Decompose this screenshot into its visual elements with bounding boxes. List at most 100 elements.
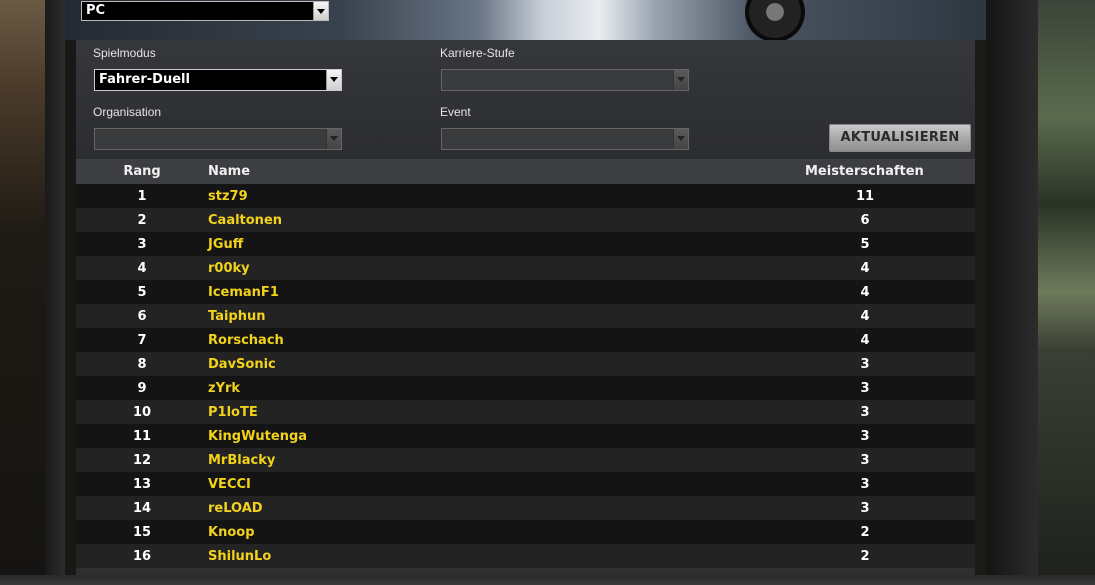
championships-cell: 4 [608,304,975,328]
championships-cell: 4 [608,328,975,352]
rank-cell: 16 [76,544,208,568]
rank-cell: 15 [76,520,208,544]
player-name-link[interactable]: zYrk [208,376,608,400]
organisation-dropdown[interactable] [94,128,342,150]
championships-cell: 5 [608,232,975,256]
table-row: 1 stz79 11 [76,184,975,208]
player-name-link[interactable]: VECCI [208,472,608,496]
bottom-bar [0,575,1095,585]
chevron-down-icon[interactable] [326,129,341,149]
table-row: 2 Caaltonen 6 [76,208,975,232]
player-name-link[interactable]: stz79 [208,184,608,208]
table-row: 8 DavSonic 3 [76,352,975,376]
filter-section: Spielmodus Fahrer-Duell Karriere-Stufe O… [76,40,975,159]
rank-cell: 9 [76,376,208,400]
championships-cell: 3 [608,496,975,520]
spielmodus-dropdown-value: Fahrer-Duell [99,72,190,87]
championships-value: 3 [860,428,870,444]
championships-cell: 3 [608,376,975,400]
championships-cell: 11 [608,184,975,208]
background-right [1038,0,1095,585]
championships-value: 6 [860,212,870,228]
table-row: 12 MrBlacky 3 [76,448,975,472]
refresh-button[interactable]: AKTUALISIEREN [829,124,971,152]
chevron-down-icon[interactable] [313,2,328,20]
player-name-link[interactable]: Taiphun [208,304,608,328]
championships-value: 11 [855,188,875,204]
player-name-link[interactable]: ShilunLo [208,544,608,568]
column-header-rank[interactable]: Rang [76,159,208,184]
rank-cell: 6 [76,304,208,328]
platform-dropdown[interactable]: PC [81,1,329,21]
table-row: 15 Knoop 2 [76,520,975,544]
player-name-link[interactable]: MrBlacky [208,448,608,472]
event-dropdown[interactable] [441,128,689,150]
championships-value: 5 [860,236,870,252]
column-header-championships[interactable]: Meisterschaften [608,159,975,184]
championships-value: 4 [860,308,870,324]
player-name-link[interactable]: Caaltonen [208,208,608,232]
player-name-link[interactable]: Rorschach [208,328,608,352]
background-right-frame [986,0,1038,585]
championships-cell: 3 [608,400,975,424]
championships-cell: 4 [608,280,975,304]
organisation-label: Organisation [93,105,162,119]
player-name-link[interactable]: DavSonic [208,352,608,376]
championships-cell: 3 [608,472,975,496]
table-row: 4 r00ky 4 [76,256,975,280]
spielmodus-label: Spielmodus [93,46,156,60]
table-row: 3 JGuff 5 [76,232,975,256]
table-row: 10 P1loTE 3 [76,400,975,424]
championships-cell: 2 [608,544,975,568]
championships-value: 3 [860,380,870,396]
event-label: Event [440,105,471,119]
rank-cell: 14 [76,496,208,520]
player-name-link[interactable]: JGuff [208,232,608,256]
rank-cell: 5 [76,280,208,304]
background-left-frame [45,0,65,585]
rank-cell: 2 [76,208,208,232]
karriere-stufe-label: Karriere-Stufe [440,46,515,60]
rank-cell: 4 [76,256,208,280]
championships-value: 3 [860,500,870,516]
platform-dropdown-value: PC [86,3,106,18]
championships-value: 2 [860,548,870,564]
championships-value: 3 [860,356,870,372]
player-name-link[interactable]: reLOAD [208,496,608,520]
championships-value: 4 [860,332,870,348]
player-name-link[interactable]: IcemanF1 [208,280,608,304]
leaderboard-table: Rang Name Meisterschaften 1 stz79 11 2 Caalt… [76,159,975,568]
player-name-link[interactable]: Knoop [208,520,608,544]
championships-value: 3 [860,404,870,420]
table-row: 11 KingWutenga 3 [76,424,975,448]
table-header-row: Rang Name Meisterschaften [76,159,975,184]
rank-cell: 1 [76,184,208,208]
rank-cell: 11 [76,424,208,448]
table-row: 16 ShilunLo 2 [76,544,975,568]
table-row: 14 reLOAD 3 [76,496,975,520]
car-wheel-graphic [745,0,805,42]
championships-value: 4 [860,260,870,276]
championships-value: 4 [860,284,870,300]
championships-cell: 4 [608,256,975,280]
background-left [0,0,45,585]
column-header-name[interactable]: Name [208,159,608,184]
chevron-down-icon[interactable] [673,129,688,149]
table-row: 13 VECCI 3 [76,472,975,496]
rank-cell: 10 [76,400,208,424]
chevron-down-icon[interactable] [673,70,688,90]
karriere-stufe-dropdown[interactable] [441,69,689,91]
championships-cell: 3 [608,424,975,448]
rank-cell: 7 [76,328,208,352]
rank-cell: 12 [76,448,208,472]
table-row: 9 zYrk 3 [76,376,975,400]
player-name-link[interactable]: P1loTE [208,400,608,424]
spielmodus-dropdown[interactable]: Fahrer-Duell [94,69,342,91]
championships-cell: 3 [608,448,975,472]
rank-cell: 13 [76,472,208,496]
player-name-link[interactable]: r00ky [208,256,608,280]
championships-cell: 2 [608,520,975,544]
column-header-championships-label: Meisterschaften [805,164,924,179]
player-name-link[interactable]: KingWutenga [208,424,608,448]
chevron-down-icon[interactable] [326,70,341,90]
